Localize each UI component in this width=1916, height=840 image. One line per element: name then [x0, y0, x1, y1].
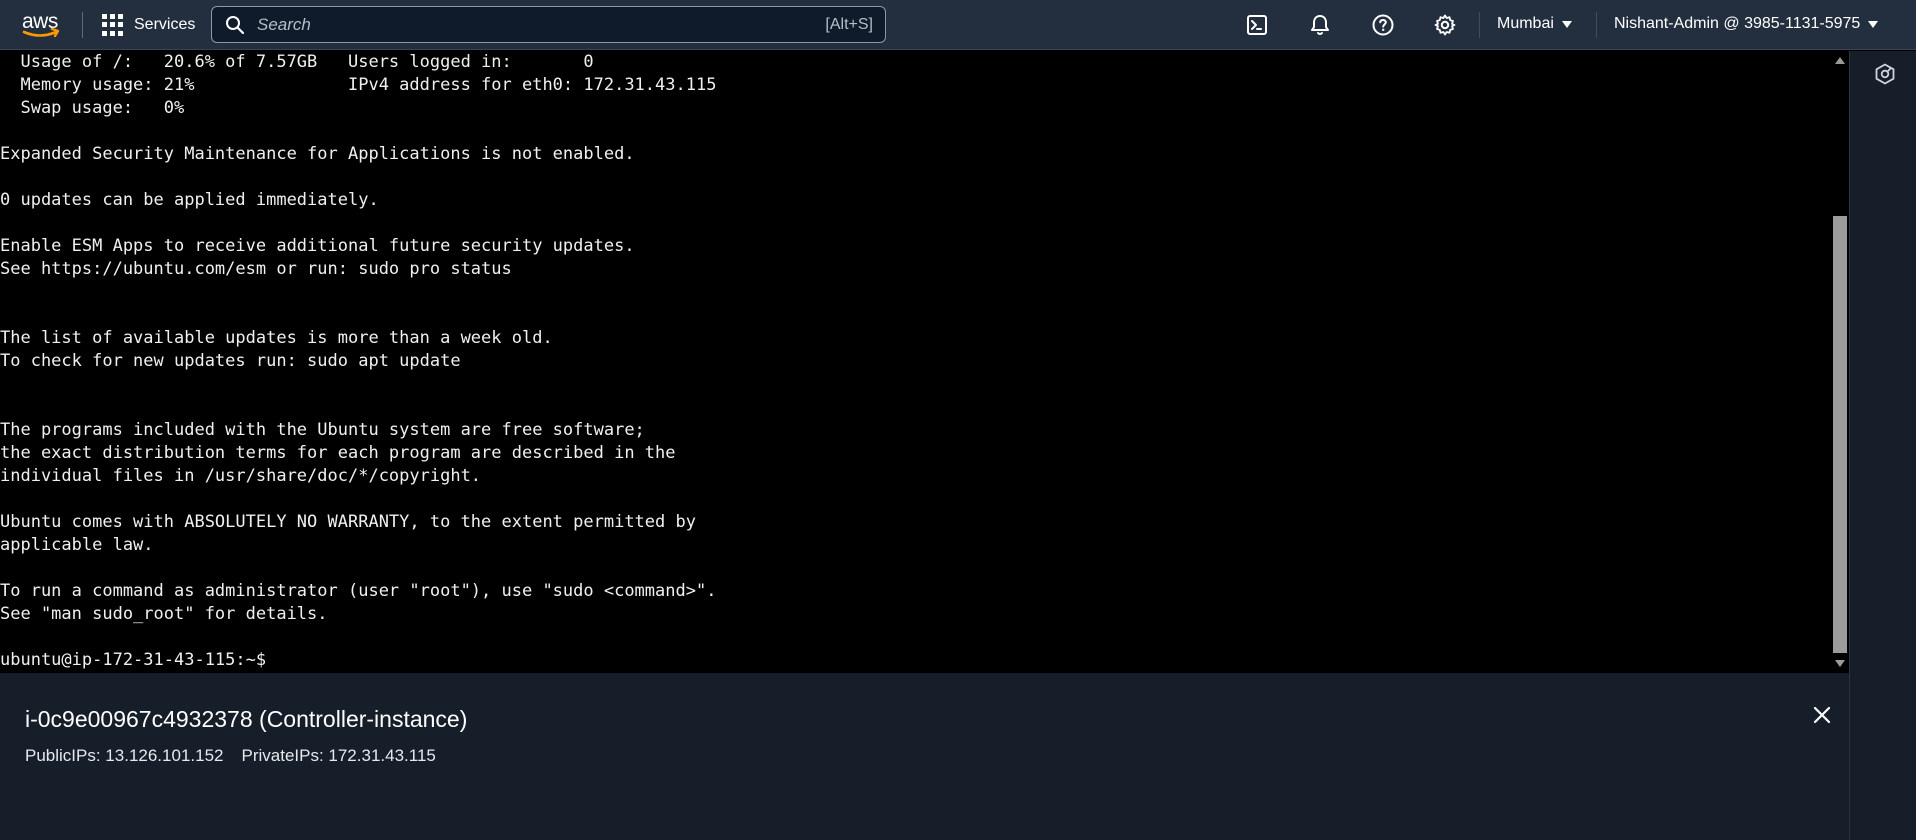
terminal-line: Memory usage: 21% IPv4 address for eth0:…	[0, 75, 717, 95]
services-grid-icon	[102, 14, 124, 36]
terminal-line: Expanded Security Maintenance for Applic…	[0, 144, 635, 164]
terminal-lines: Usage of /: 20.6% of 7.57GB Users logged…	[0, 51, 1820, 672]
terminal-line: See https://ubuntu.com/esm or run: sudo …	[0, 259, 512, 279]
region-label: Mumbai	[1497, 15, 1554, 32]
cloudshell-hex-icon[interactable]	[1874, 63, 1896, 85]
instance-title: i-0c9e00967c4932378 (Controller-instance…	[25, 706, 468, 732]
terminal-line: See "man sudo_root" for details.	[0, 604, 328, 624]
terminal-scrollbar-thumb[interactable]	[1833, 216, 1847, 653]
nav-divider	[1596, 12, 1597, 38]
terminal-line: Usage of /: 20.6% of 7.57GB Users logged…	[0, 52, 594, 72]
search-icon	[226, 15, 245, 34]
instance-info-panel: i-0c9e00967c4932378 (Controller-instance…	[0, 673, 1849, 840]
nav-divider	[1479, 12, 1480, 38]
terminal-line: The programs included with the Ubuntu sy…	[0, 420, 645, 440]
terminal-line: To run a command as administrator (user …	[0, 581, 717, 601]
terminal-output[interactable]: Usage of /: 20.6% of 7.57GB Users logged…	[0, 51, 1830, 673]
settings-icon[interactable]	[1433, 13, 1457, 37]
search-input[interactable]	[257, 9, 826, 40]
terminal-line: Ubuntu comes with ABSOLUTELY NO WARRANTY…	[0, 512, 696, 532]
scroll-up-arrow-icon[interactable]	[1835, 57, 1845, 64]
aws-smile-icon	[22, 27, 60, 38]
help-icon[interactable]	[1371, 13, 1395, 37]
search-bar[interactable]: [Alt+S]	[211, 6, 886, 43]
instance-ips: PublicIPs: 13.126.101.152 PrivateIPs: 17…	[25, 746, 436, 766]
right-side-rail	[1849, 51, 1916, 840]
terminal-line: ubuntu@ip-172-31-43-115:~$	[0, 650, 267, 670]
public-ips: PublicIPs: 13.126.101.152	[25, 746, 224, 765]
services-label: Services	[134, 16, 196, 33]
terminal-line: To check for new updates run: sudo apt u…	[0, 351, 461, 371]
region-selector[interactable]: Mumbai	[1497, 15, 1572, 33]
account-menu[interactable]: Nishant-Admin @ 3985-1131-5975	[1614, 15, 1879, 33]
terminal-line: Enable ESM Apps to receive additional fu…	[0, 236, 635, 256]
terminal-line: individual files in /usr/share/doc/*/cop…	[0, 466, 482, 486]
terminal-line: the exact distribution terms for each pr…	[0, 443, 676, 463]
services-menu-button[interactable]: Services	[102, 12, 195, 38]
caret-down-icon	[1868, 20, 1879, 28]
terminal-scrollbar[interactable]	[1831, 51, 1849, 673]
caret-down-icon	[1561, 20, 1572, 28]
terminal-line: 0 updates can be applied immediately.	[0, 190, 379, 210]
scroll-down-arrow-icon[interactable]	[1835, 660, 1845, 667]
cloudshell-icon[interactable]	[1245, 13, 1269, 37]
nav-divider	[82, 12, 83, 38]
private-ips: PrivateIPs: 172.31.43.115	[241, 746, 436, 765]
top-navigation-bar: aws Services [Alt+S]	[0, 0, 1916, 50]
terminal-line: applicable law.	[0, 535, 154, 555]
aws-logo[interactable]: aws	[20, 8, 64, 42]
search-shortcut-hint: [Alt+S]	[825, 15, 873, 33]
account-label: Nishant-Admin @ 3985-1131-5975	[1614, 15, 1861, 32]
terminal-line: Swap usage: 0%	[0, 98, 185, 118]
terminal-line: The list of available updates is more th…	[0, 328, 553, 348]
close-icon[interactable]	[1810, 703, 1834, 727]
notifications-icon[interactable]	[1308, 13, 1332, 37]
